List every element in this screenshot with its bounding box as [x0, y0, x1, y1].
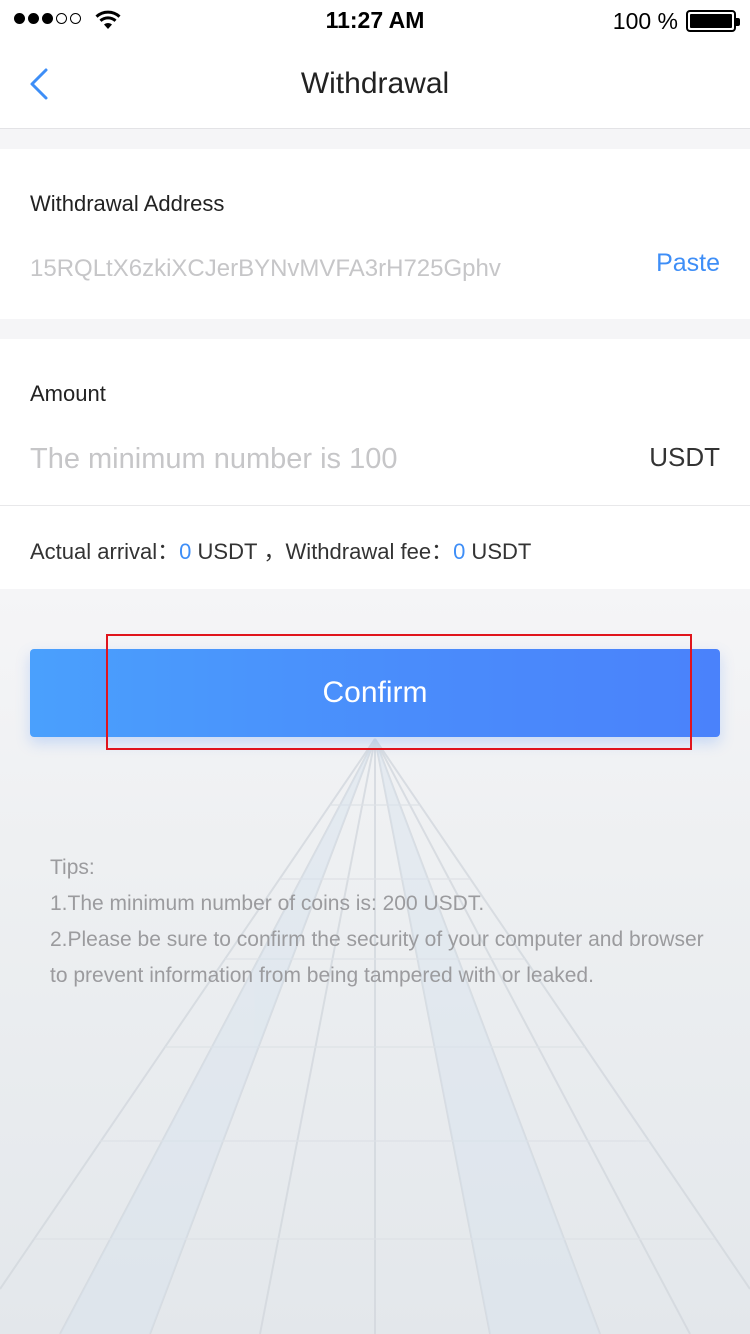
confirm-button[interactable]: Confirm [30, 649, 720, 737]
amount-input[interactable] [30, 437, 590, 481]
summary-separator: ， [263, 539, 286, 564]
tips-section: Tips: 1.The minimum number of coins is: … [50, 850, 710, 994]
status-bar: 11:27 AM 100 % [0, 0, 750, 40]
fee-label: Withdrawal fee： [285, 539, 454, 564]
withdrawal-summary: Actual arrival：0 USDT ，Withdrawal fee：0 … [30, 534, 531, 566]
address-card: Withdrawal Address Paste [0, 149, 750, 319]
arrival-label: Actual arrival： [30, 539, 180, 564]
page-title: Withdrawal [300, 67, 450, 100]
amount-unit: USDT [649, 442, 720, 472]
tip-line-1: 1.The minimum number of coins is: 200 US… [50, 892, 485, 915]
tip-line-2: 2.Please be sure to confirm the security… [50, 928, 704, 987]
address-input[interactable] [30, 249, 600, 289]
divider [0, 505, 750, 506]
amount-card: Amount USDT Actual arrival：0 USDT ，Withd… [0, 339, 750, 589]
arrival-value: 0 [179, 539, 192, 564]
battery-icon [686, 10, 740, 32]
fee-value: 0 [453, 539, 466, 564]
paste-button[interactable]: Paste [656, 249, 720, 278]
arrival-unit: USDT [191, 539, 258, 564]
address-label: Withdrawal Address [30, 191, 225, 216]
battery-percent: 100 % [612, 8, 678, 34]
amount-label: Amount [30, 381, 106, 406]
tips-heading: Tips: [50, 856, 95, 879]
nav-bar: Withdrawal [0, 40, 750, 129]
fee-unit: USDT [465, 539, 532, 564]
